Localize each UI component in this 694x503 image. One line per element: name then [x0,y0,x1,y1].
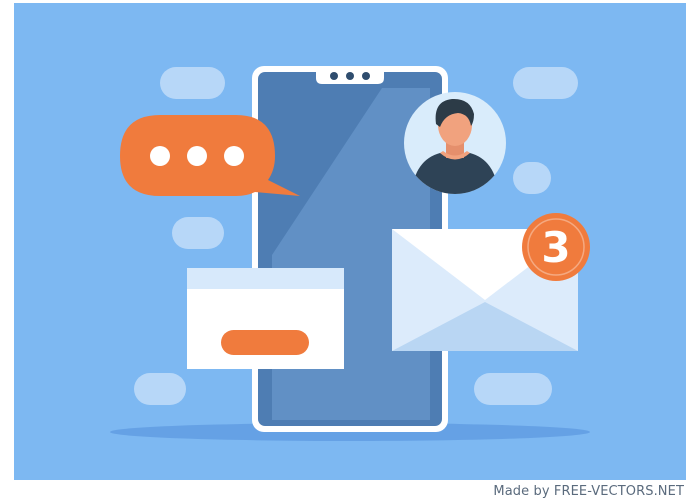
watermark-credit: Made by FREE-VECTORS.NET [493,484,684,499]
pill-mid-right [513,162,551,194]
pill-mid-left [172,217,224,249]
notch-dot [362,72,370,80]
notch-dot [346,72,354,80]
notification-count: 3 [541,223,570,272]
message-card [187,268,344,369]
message-card-header [187,268,344,289]
pill-top-left [160,67,225,99]
pill-bottom-left [134,373,186,405]
illustration-canvas: 3 [14,3,686,480]
typing-dot [150,146,170,166]
pill-top-right [513,67,578,99]
pill-bottom-right [474,373,552,405]
message-card-button [221,330,309,355]
typing-dot [187,146,207,166]
typing-dot [224,146,244,166]
notch-dot [330,72,338,80]
notification-badge: 3 [522,213,590,281]
